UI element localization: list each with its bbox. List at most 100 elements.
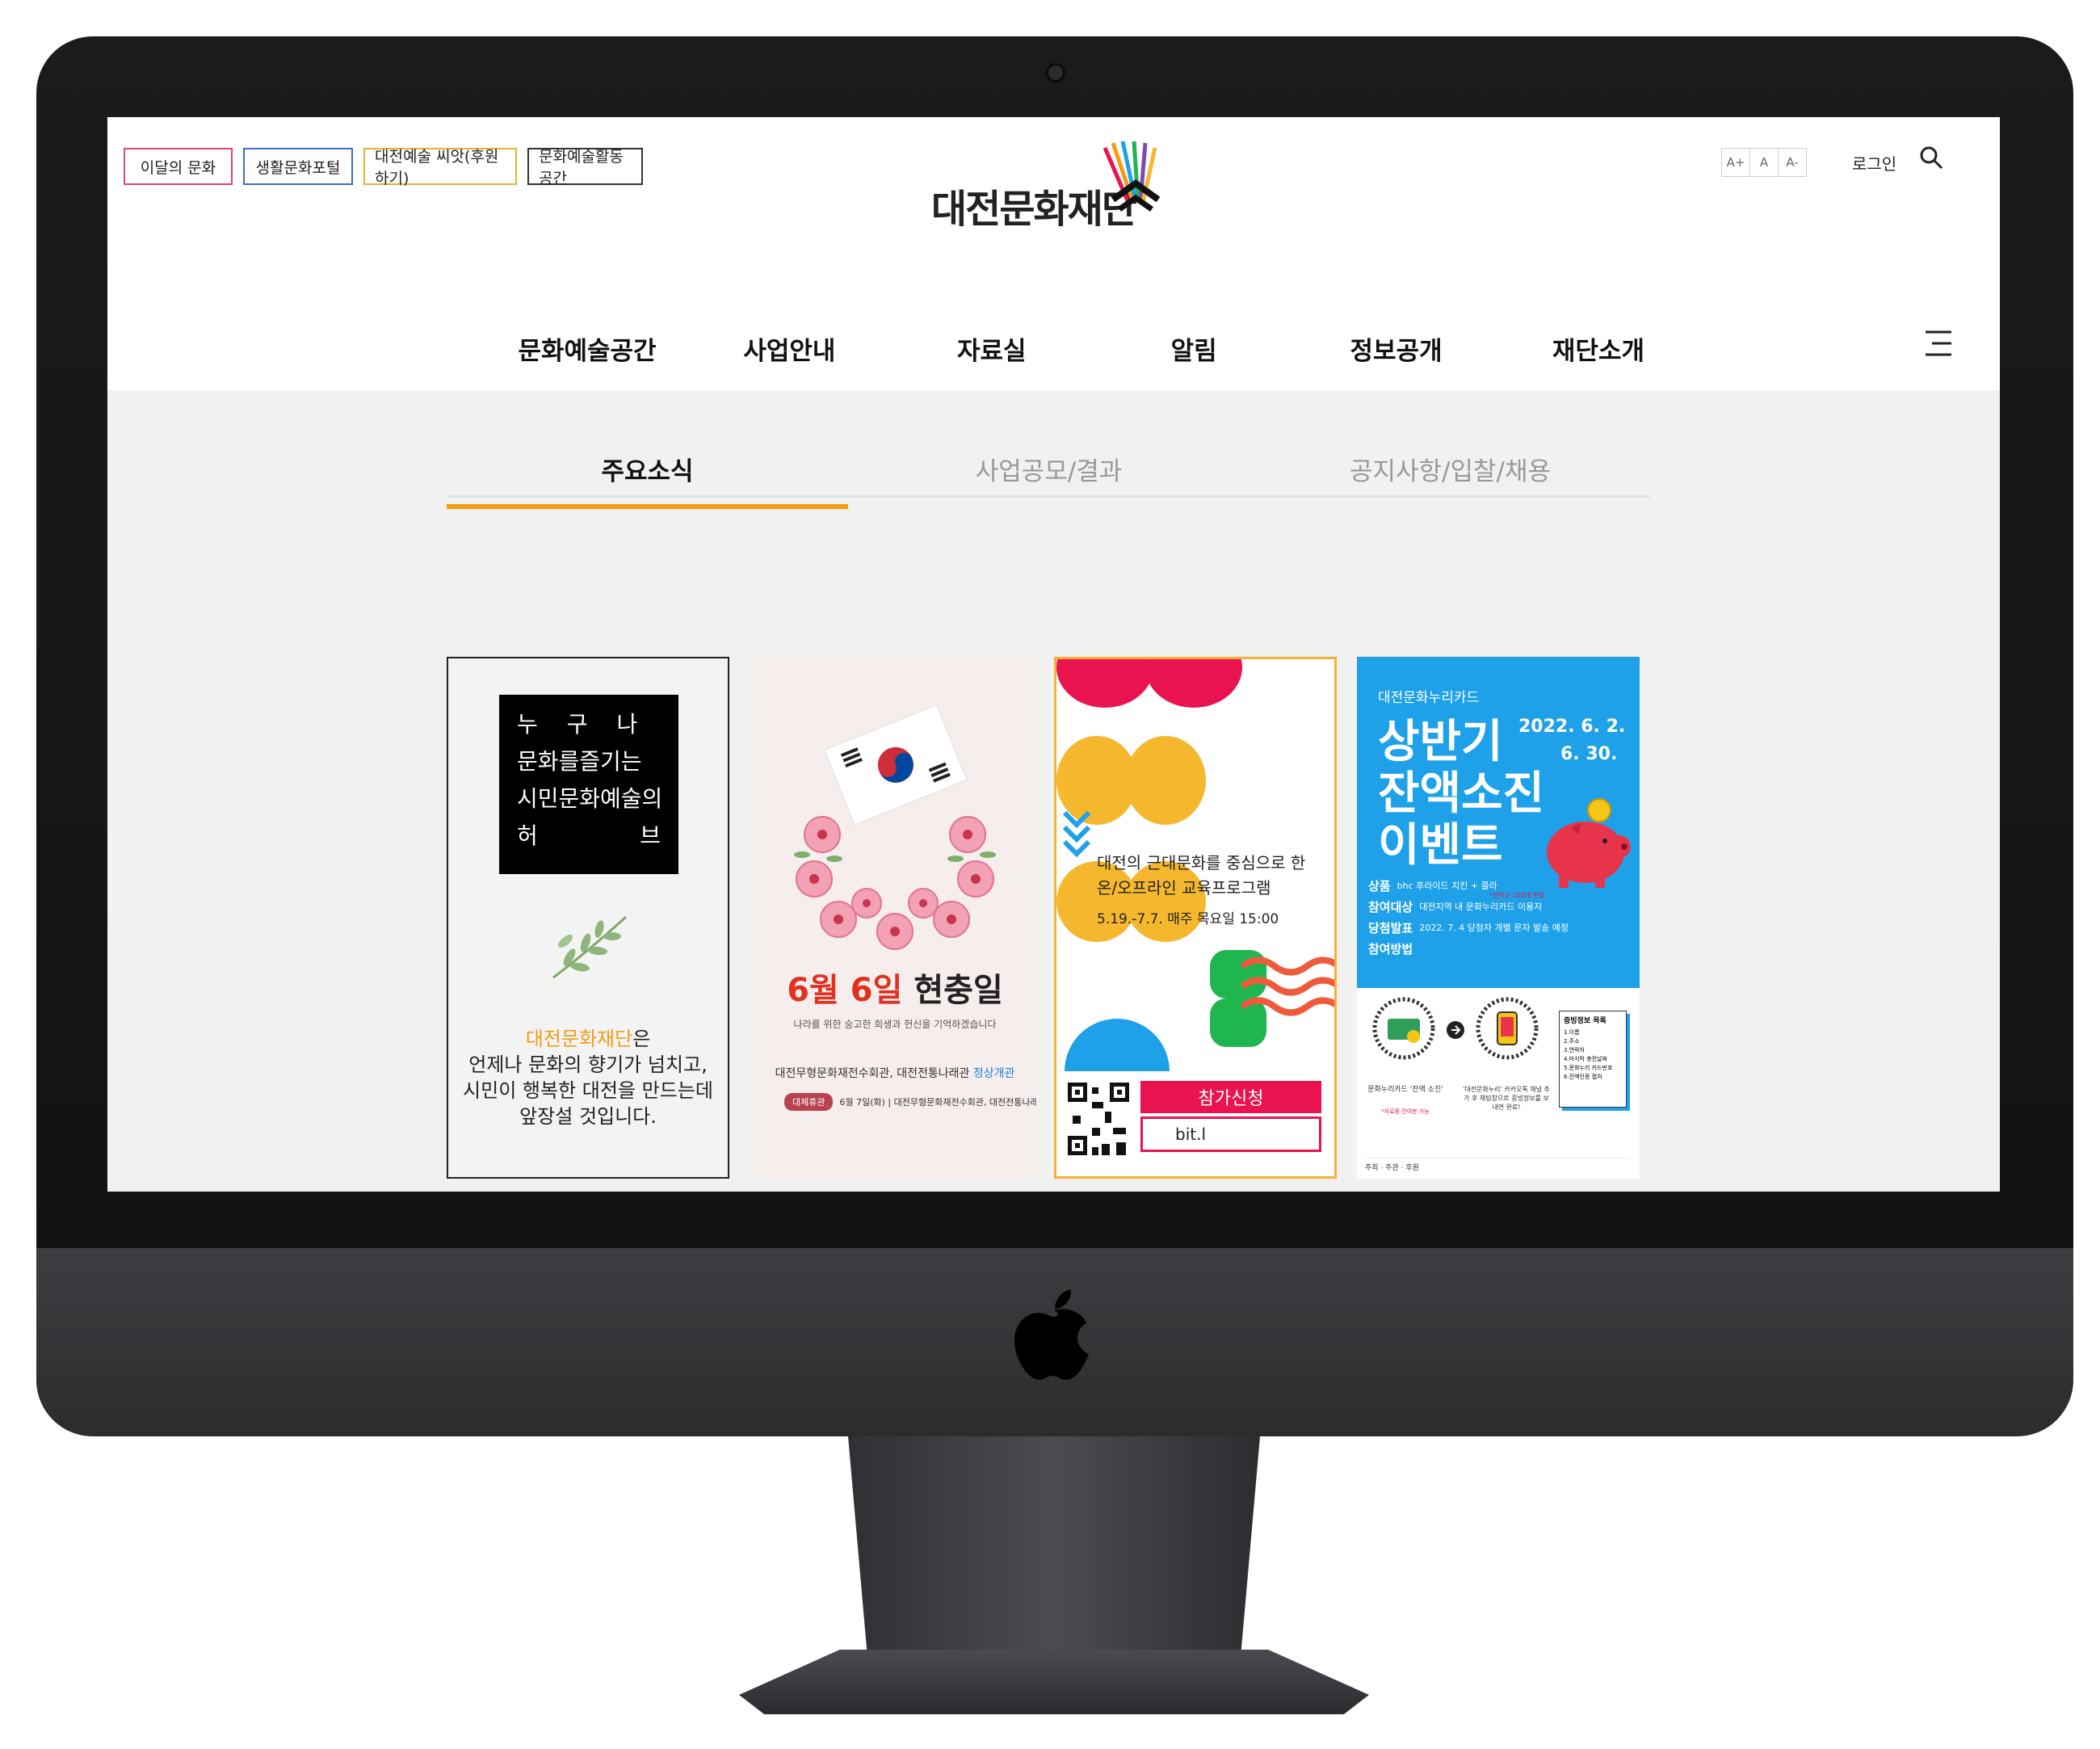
card-step-icon	[1372, 997, 1435, 1060]
doc-item: 5.문화누리 카드번호	[1564, 1065, 1613, 1071]
memorial-subtitle: 나라를 위한 숭고한 희생과 헌신을 기억하겠습니다	[793, 1019, 997, 1030]
info-value: 대전지역 내 문화누리카드 이용자	[1419, 902, 1543, 912]
memorial-closed-row: 대체휴관 6월 7일(화) | 대전무형문화재전수회관, 대전전통나래관	[784, 1093, 1036, 1111]
quick-link-life-culture-portal[interactable]: 생활문화포털	[243, 148, 353, 185]
apply-link-box[interactable]: bit.l	[1140, 1116, 1321, 1152]
apply-button[interactable]: 참가신청	[1140, 1081, 1321, 1113]
imac-stand-base	[739, 1650, 1369, 1714]
slogan-line: 시민문화예술의	[517, 785, 663, 812]
step2-text: '대전문화누리' 카카오톡 채널 추가 후 채팅창으로 증빙정보를 보내면 완료…	[1463, 1086, 1550, 1111]
info-label: 참여대상	[1368, 899, 1413, 914]
step1-text: 문화누리카드 '잔액 소진'	[1367, 1086, 1443, 1094]
event-poster-top: 대전문화누리카드 상반기 잔액소진 이벤트 2022. 6. 2. 6. 30.	[1357, 657, 1640, 988]
doc-item: 4.마지막 충전날짜	[1564, 1056, 1607, 1062]
search-icon[interactable]	[1919, 145, 1943, 170]
main-navigation: 문화예술공간 사업안내 자료실 알림 정보공개 재단소개	[487, 330, 1699, 367]
closed-badge: 대체휴관	[784, 1093, 834, 1111]
memorial-word: 현충일	[914, 972, 1003, 1009]
doc-item: 3.연락처	[1564, 1047, 1585, 1053]
slogan-char: 브	[640, 822, 661, 849]
site-header: 이달의 문화 생활문화포털 대전예술 씨앗(후원하기) 문화예술활동공간 대전문…	[107, 117, 2000, 390]
memorial-venue: 대전무형문화재전수회관, 대전전통나래관 정상개관	[754, 1065, 1036, 1081]
event-poster-bottom: 증빙정보 목록 1.이름 2.주소 3.연락처 4.마지막 충전날짜 5.문화누…	[1357, 988, 1640, 1179]
poster-brand: 대전문화누리카드	[1378, 690, 1480, 706]
info-label: 상품	[1368, 878, 1391, 893]
info-value: bhc 후라이드 치킨 + 콜라	[1396, 881, 1497, 891]
doc-title: 증빙정보 목록	[1564, 1017, 1606, 1025]
program-line: 온/오프라인 교육프로그램	[1097, 878, 1271, 898]
nav-notice[interactable]: 알림	[1094, 330, 1294, 367]
closed-note: 6월 7일(화) | 대전무형문화재전수회관, 대전전통나래관	[839, 1097, 1036, 1108]
venue-status: 정상개관	[972, 1067, 1015, 1080]
event-date-end: 6. 30.	[1560, 744, 1618, 764]
nav-information-disclosure[interactable]: 정보공개	[1296, 330, 1497, 367]
logo-mark-icon	[1102, 141, 1161, 212]
nav-archive[interactable]: 자료실	[892, 330, 1092, 367]
info-value: 2022. 7. 4 당첨자 개별 문자 발송 예정	[1419, 923, 1569, 933]
venue-text: 대전무형문화재전수회관, 대전전통나래관	[775, 1067, 970, 1080]
news-card-list: 누구나 문화를즐기는 시민문화예술의 허 브 대전문화재단은 언제나 문화의 향…	[447, 657, 1640, 1179]
doc-list: 증빙정보 목록 1.이름 2.주소 3.연락처 4.마지막 충전날짜 5.문화누…	[1559, 1011, 1627, 1108]
login-link[interactable]: 로그인	[1852, 151, 1896, 174]
camera-icon	[1046, 63, 1065, 82]
mission-line: 시민이 행복한 대전을 만드는데	[463, 1079, 713, 1102]
mission-line: 앞장설 것입니다.	[519, 1105, 657, 1128]
memorial-date: 6월 6일	[787, 972, 903, 1009]
nav-foundation-intro[interactable]: 재단소개	[1498, 330, 1699, 367]
main-content: 주요소식 사업공모/결과 공지사항/입찰/채용 누구나 문화를즐기는 시민문화예…	[107, 390, 2000, 1192]
poster-footer: 주최 · 주관 · 후원	[1365, 1158, 1632, 1172]
active-tab-indicator	[447, 504, 848, 509]
website-screen: 이달의 문화 생활문화포털 대전예술 씨앗(후원하기) 문화예술활동공간 대전문…	[107, 117, 2000, 1192]
doc-item: 2.주소	[1564, 1038, 1580, 1045]
tab-main-news[interactable]: 주요소식	[447, 451, 848, 487]
font-size-increase-button[interactable]: A+	[1722, 149, 1750, 176]
quick-link-monthly-culture[interactable]: 이달의 문화	[124, 148, 233, 185]
mission-suffix: 은	[632, 1028, 651, 1050]
nav-culture-art-space[interactable]: 문화예술공간	[487, 330, 687, 367]
menu-icon[interactable]	[1924, 329, 1953, 358]
info-label: 당첨발표	[1368, 920, 1413, 935]
site-logo[interactable]: 대전문화재단	[931, 140, 1166, 232]
program-description: 대전의 근대문화를 중심으로 한 온/오프라인 교육프로그램	[1097, 851, 1305, 901]
slogan-line: 누구나	[517, 711, 667, 738]
mission-text: 대전문화재단은 언제나 문화의 향기가 넘치고, 시민이 행복한 대전을 만드는…	[448, 1026, 728, 1129]
slogan-line: 허 브	[517, 818, 661, 855]
mission-line: 언제나 문화의 향기가 넘치고,	[468, 1053, 708, 1076]
apple-logo-icon	[1014, 1289, 1089, 1380]
font-size-control: A+ A A-	[1721, 148, 1807, 177]
doc-item: 6.잔액인증 캡처	[1564, 1074, 1602, 1080]
leaf-branch-icon	[552, 915, 628, 979]
memorial-title: 6월 6일 현충일	[754, 964, 1036, 1011]
news-card-slogan[interactable]: 누구나 문화를즐기는 시민문화예술의 허 브 대전문화재단은 언제나 문화의 향…	[447, 657, 729, 1179]
step1-note: *자료중 잔여분 가능	[1381, 1108, 1430, 1115]
news-card-education-program[interactable]: 대전의 근대문화를 중심으로 한 온/오프라인 교육프로그램 5.19.-7.7…	[1054, 657, 1337, 1179]
news-card-memorial-day[interactable]: 6월 6일 현충일 나라를 위한 숭고한 희생과 헌신을 기억하겠습니다 대전무…	[754, 657, 1036, 1179]
arrow-right-icon	[1447, 1021, 1464, 1039]
quick-link-art-seed-donate[interactable]: 대전예술 씨앗(후원하기)	[363, 148, 517, 187]
info-row: 당첨발표 2022. 7. 4 당첨자 개별 문자 발송 예정	[1368, 917, 1569, 938]
info-row: 참여방법	[1368, 938, 1562, 959]
foundation-name: 대전문화재단	[525, 1028, 633, 1050]
doc-item: 1.이름	[1564, 1029, 1580, 1036]
event-info-list: 상품 bhc 후라이드 치킨 + 콜라 *선착순 100대 한정 참여대상 대전…	[1368, 875, 1569, 959]
font-size-decrease-button[interactable]: A-	[1779, 149, 1806, 176]
program-line: 대전의 근대문화를 중심으로 한	[1097, 853, 1306, 872]
font-size-reset-button[interactable]: A	[1750, 149, 1779, 176]
program-schedule: 5.19.-7.7. 매주 목요일 15:00	[1097, 911, 1279, 927]
slogan-line: 문화를즐기는	[517, 748, 642, 775]
info-label: 참여방법	[1368, 941, 1413, 956]
phone-step-icon	[1476, 997, 1539, 1060]
nav-business-guide[interactable]: 사업안내	[689, 330, 889, 367]
quick-link-activity-space[interactable]: 문화예술활동공간	[527, 148, 643, 187]
tab-notice-bid-hiring[interactable]: 공지사항/입찰/채용	[1250, 451, 1651, 487]
quick-links: 이달의 문화 생활문화포털 대전예술 씨앗(후원하기) 문화예술활동공간	[124, 148, 643, 187]
event-date-start: 2022. 6. 2.	[1518, 717, 1626, 737]
event-title-line: 이벤트	[1378, 819, 1503, 872]
news-tabs: 주요소식 사업공모/결과 공지사항/입찰/채용	[447, 451, 1650, 498]
slogan-box: 누구나 문화를즐기는 시민문화예술의 허 브	[499, 695, 678, 874]
flag-wreath-illustration	[794, 704, 996, 950]
slogan-char: 허	[517, 822, 538, 849]
prize-note: *선착순 100대 한정	[1489, 892, 1545, 899]
tab-project-results[interactable]: 사업공모/결과	[848, 451, 1250, 487]
news-card-nuri-card-event[interactable]: 대전문화누리카드 상반기 잔액소진 이벤트 2022. 6. 2. 6. 30.	[1357, 657, 1640, 1179]
